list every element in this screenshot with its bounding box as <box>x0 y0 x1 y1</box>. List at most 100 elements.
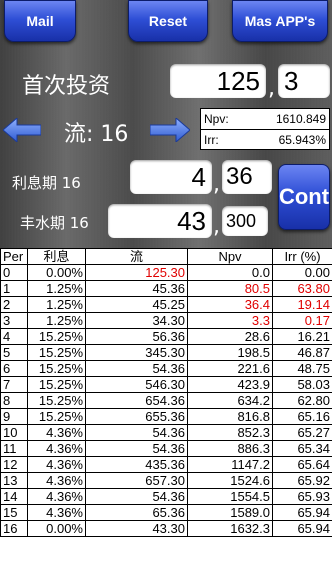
row-interest: 15.25% <box>27 360 86 377</box>
row-interest: 4.36% <box>27 488 86 505</box>
table-row[interactable]: 2 1.25% 45.25 36.4 19.14 <box>0 296 332 313</box>
row-flow: 54.36 <box>85 488 188 505</box>
row-per: 2 <box>0 296 28 313</box>
irr-label: Irr: <box>204 132 219 147</box>
row-flow: 654.36 <box>85 392 188 409</box>
npv-row: Npv: 1610.849 <box>201 109 329 129</box>
table-row[interactable]: 11 4.36% 54.36 886.3 65.34 <box>0 440 332 457</box>
row-npv: 1589.0 <box>187 504 273 521</box>
irr-row: Irr: 65.943% <box>201 129 329 149</box>
table-row[interactable]: 12 4.36% 435.36 1147.2 65.64 <box>0 456 332 473</box>
npv-value: 1610.849 <box>275 112 326 126</box>
row-irr: 65.16 <box>272 408 332 425</box>
table-row[interactable]: 16 0.00% 43.30 1632.3 65.94 <box>0 520 332 537</box>
more-apps-button[interactable]: Mas APP's <box>232 0 328 42</box>
npv-label: Npv: <box>204 112 229 126</box>
row-irr: 0.17 <box>272 312 332 329</box>
row-interest: 0.00% <box>27 520 86 537</box>
row-npv: 1554.5 <box>187 488 273 505</box>
table-row[interactable]: 6 15.25% 54.36 221.6 48.75 <box>0 360 332 377</box>
investment-amount-field[interactable]: 125 <box>170 64 266 98</box>
row-flow: 45.25 <box>85 296 188 313</box>
table-row[interactable]: 3 1.25% 34.30 3.3 0.17 <box>0 312 332 329</box>
table-row[interactable]: 9 15.25% 655.36 816.8 65.16 <box>0 408 332 425</box>
comma-separator: , <box>213 172 220 197</box>
table-row[interactable]: 5 15.25% 345.30 198.5 46.87 <box>0 344 332 361</box>
row-interest: 1.25% <box>27 312 86 329</box>
row-npv: 28.6 <box>187 328 273 345</box>
row-interest: 15.25% <box>27 392 86 409</box>
row-interest: 4.36% <box>27 440 86 457</box>
row-npv: 198.5 <box>187 344 273 361</box>
table-row[interactable]: 10 4.36% 54.36 852.3 65.27 <box>0 424 332 441</box>
table-row[interactable]: 8 15.25% 654.36 634.2 62.80 <box>0 392 332 409</box>
row-irr: 65.94 <box>272 520 332 537</box>
row-flow: 546.30 <box>85 376 188 393</box>
results-panel: Npv: 1610.849 Irr: 65.943% <box>200 108 330 150</box>
row-irr: 58.03 <box>272 376 332 393</box>
row-flow: 54.36 <box>85 424 188 441</box>
row-irr: 48.75 <box>272 360 332 377</box>
row-flow: 435.36 <box>85 456 188 473</box>
cont-button[interactable]: Cont <box>278 164 330 230</box>
row-npv: 80.5 <box>187 280 273 297</box>
row-irr: 65.94 <box>272 504 332 521</box>
row-per: 12 <box>0 456 28 473</box>
row-per: 16 <box>0 520 28 537</box>
row-per: 9 <box>0 408 28 425</box>
row-npv: 852.3 <box>187 424 273 441</box>
row-npv: 3.3 <box>187 312 273 329</box>
table-row[interactable]: 4 15.25% 56.36 28.6 16.21 <box>0 328 332 345</box>
row-interest: 15.25% <box>27 328 86 345</box>
row-flow: 34.30 <box>85 312 188 329</box>
row-per: 10 <box>0 424 28 441</box>
table-row[interactable]: 1 1.25% 45.36 80.5 63.80 <box>0 280 332 297</box>
previous-arrow-icon[interactable] <box>3 118 41 142</box>
row-interest: 15.25% <box>27 376 86 393</box>
next-arrow-icon[interactable] <box>150 118 190 142</box>
row-npv: 634.2 <box>187 392 273 409</box>
table-row[interactable]: 15 4.36% 65.36 1589.0 65.94 <box>0 504 332 521</box>
row-irr: 46.87 <box>272 344 332 361</box>
table-row[interactable]: 7 15.25% 546.30 423.9 58.03 <box>0 376 332 393</box>
row-flow: 45.36 <box>85 280 188 297</box>
table-row[interactable]: 13 4.36% 657.30 1524.6 65.92 <box>0 472 332 489</box>
row-irr: 65.34 <box>272 440 332 457</box>
row-interest: 15.25% <box>27 344 86 361</box>
mail-button[interactable]: Mail <box>4 0 76 42</box>
row-per: 4 <box>0 328 28 345</box>
header-per: Per <box>0 248 28 265</box>
row-irr: 65.27 <box>272 424 332 441</box>
row-per: 3 <box>0 312 28 329</box>
row-flow: 125.30 <box>85 264 188 281</box>
irr-value: 65.943% <box>278 132 326 147</box>
row-flow: 657.30 <box>85 472 188 489</box>
cashflow-table: Per 利息 流 Npv Irr (%) 0 0.00% 125.30 0.0 0.00… <box>0 248 332 568</box>
row-per: 6 <box>0 360 28 377</box>
row-per: 15 <box>0 504 28 521</box>
row-irr: 65.92 <box>272 472 332 489</box>
row-interest: 1.25% <box>27 280 86 297</box>
row-per: 8 <box>0 392 28 409</box>
interest-period-label: 利息期 16 <box>12 174 81 192</box>
row-flow: 65.36 <box>85 504 188 521</box>
row-npv: 36.4 <box>187 296 273 313</box>
table-row[interactable]: 14 4.36% 54.36 1554.5 65.93 <box>0 488 332 505</box>
row-irr: 0.00 <box>272 264 332 281</box>
reset-button[interactable]: Reset <box>128 0 208 42</box>
interest-value-field[interactable]: 4 <box>130 160 212 194</box>
flow-period-label: 流: 16 <box>64 122 129 147</box>
row-flow: 54.36 <box>85 440 188 457</box>
row-per: 13 <box>0 472 28 489</box>
comma-separator: , <box>268 76 275 101</box>
row-per: 1 <box>0 280 28 297</box>
row-interest: 4.36% <box>27 424 86 441</box>
table-row[interactable]: 0 0.00% 125.30 0.0 0.00 <box>0 264 332 281</box>
interest-periods-field[interactable]: 36 <box>222 160 272 194</box>
abundance-value-field[interactable]: 43 <box>108 204 212 238</box>
row-interest: 4.36% <box>27 504 86 521</box>
row-npv: 423.9 <box>187 376 273 393</box>
investment-periods-field[interactable]: 3 <box>278 64 330 98</box>
abundance-periods-field[interactable]: 300 <box>222 206 268 236</box>
row-interest: 1.25% <box>27 296 86 313</box>
